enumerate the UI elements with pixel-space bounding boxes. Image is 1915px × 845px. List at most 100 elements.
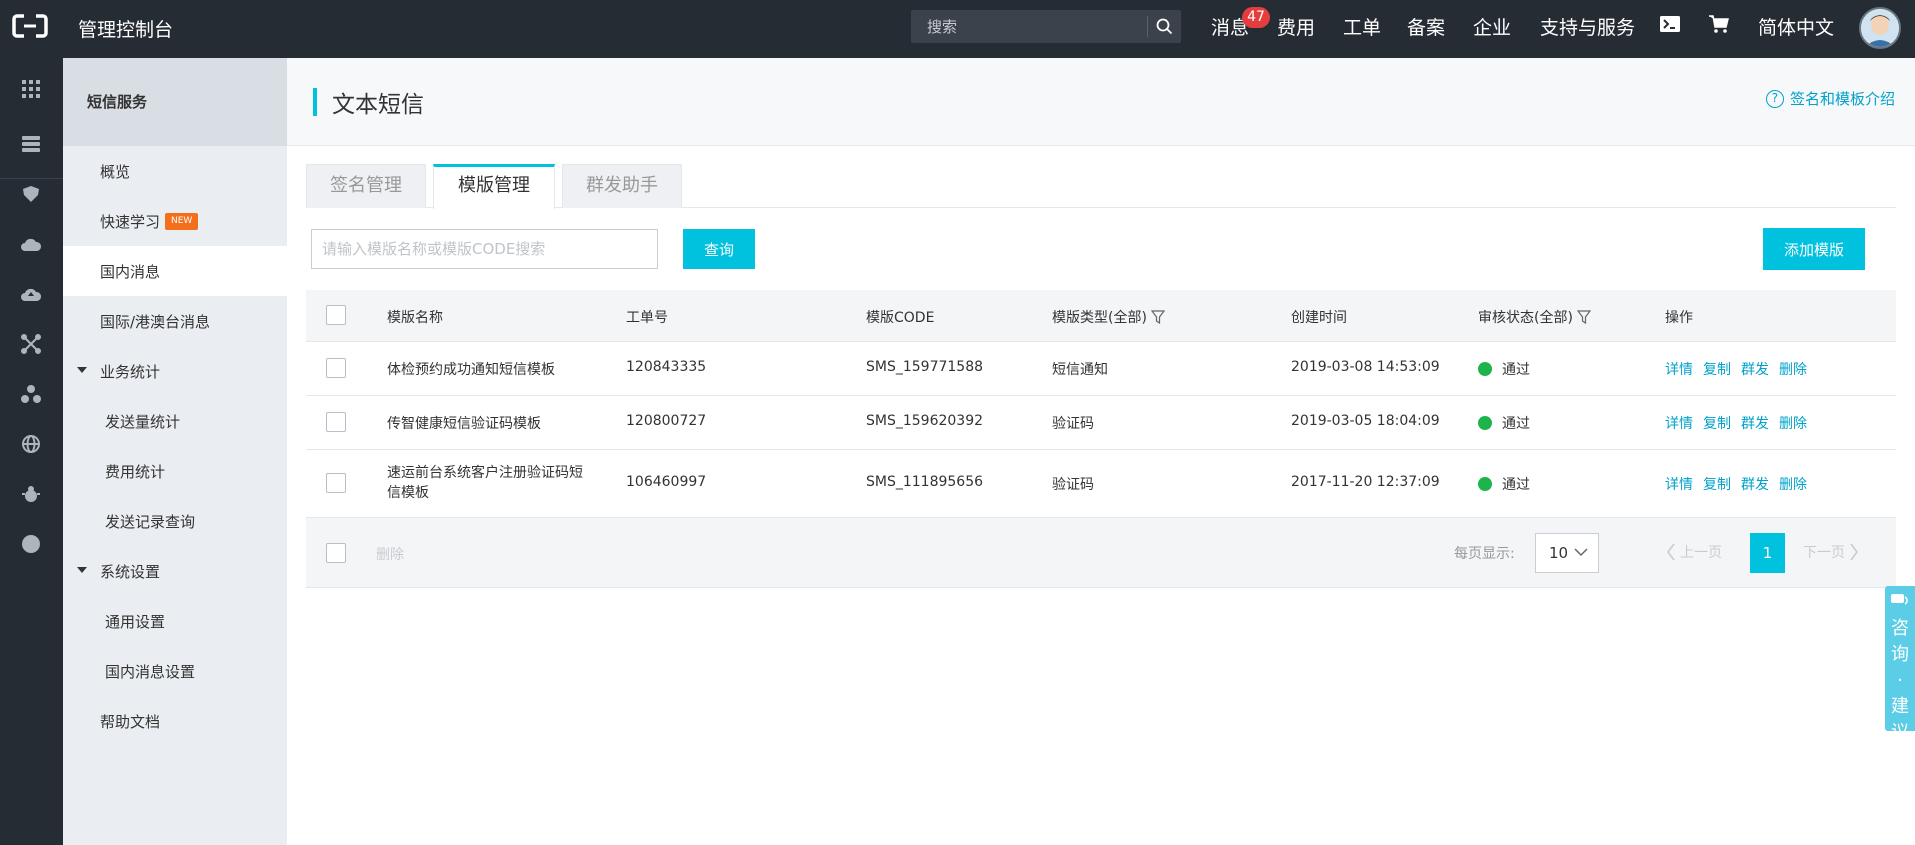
sidebar-item-label: 业务统计 bbox=[100, 363, 161, 381]
per-page-select[interactable]: 10 bbox=[1535, 533, 1599, 573]
consult-feedback-widget[interactable]: 咨询·建议 bbox=[1885, 586, 1915, 743]
detail-link[interactable]: 详情 bbox=[1665, 477, 1693, 493]
col-code: 模版CODE bbox=[866, 310, 935, 326]
select-all-checkbox[interactable] bbox=[326, 305, 346, 325]
template-name: 速运前台系统客户注册验证码短信模板 bbox=[387, 465, 583, 501]
created-time: 2017-11-20 12:37:09 bbox=[1291, 474, 1440, 490]
footer-select-checkbox[interactable] bbox=[326, 543, 346, 563]
circle-icon[interactable] bbox=[19, 532, 43, 556]
sidebar-item-domestic[interactable]: 国内消息 bbox=[63, 246, 287, 296]
console-title[interactable]: 管理控制台 bbox=[78, 15, 173, 42]
copy-link[interactable]: 复制 bbox=[1703, 477, 1731, 493]
row-checkbox[interactable] bbox=[326, 473, 346, 493]
table-row: 传智健康短信验证码模板 120800727 SMS_159620392 验证码 … bbox=[306, 396, 1896, 450]
bulk-send-link[interactable]: 群发 bbox=[1741, 416, 1769, 432]
bulk-send-link[interactable]: 群发 bbox=[1741, 477, 1769, 493]
cluster-icon[interactable] bbox=[19, 382, 43, 406]
next-page-button[interactable]: 下一页 bbox=[1803, 542, 1859, 562]
template-search-input[interactable] bbox=[311, 229, 658, 269]
template-type: 验证码 bbox=[1052, 416, 1094, 432]
ticket-number: 106460997 bbox=[626, 474, 707, 490]
cloud-upload-icon[interactable] bbox=[19, 282, 43, 306]
global-search bbox=[911, 10, 1181, 43]
cart-icon[interactable] bbox=[1708, 14, 1730, 38]
global-search-input[interactable] bbox=[911, 10, 1147, 43]
page-number-current[interactable]: 1 bbox=[1750, 533, 1785, 573]
copy-link[interactable]: 复制 bbox=[1703, 362, 1731, 378]
sidebar-item-send-stats[interactable]: 发送量统计 bbox=[63, 396, 287, 446]
row-checkbox[interactable] bbox=[326, 412, 346, 432]
new-badge: NEW bbox=[165, 213, 199, 230]
row-actions: 详情 复制 群发 删除 bbox=[1665, 359, 1817, 379]
nav-icp[interactable]: 备案 bbox=[1407, 13, 1445, 40]
copy-link[interactable]: 复制 bbox=[1703, 416, 1731, 432]
nav-tickets[interactable]: 工单 bbox=[1343, 13, 1381, 40]
query-button[interactable]: 查询 bbox=[683, 229, 755, 269]
nav-language[interactable]: 简体中文 bbox=[1758, 13, 1834, 40]
sidebar-item-label: 国内消息 bbox=[100, 263, 161, 281]
delete-link[interactable]: 删除 bbox=[1779, 416, 1807, 432]
sidebar-item-label: 发送量统计 bbox=[105, 413, 181, 431]
user-avatar[interactable] bbox=[1859, 7, 1901, 49]
col-actions: 操作 bbox=[1665, 310, 1693, 326]
tab-bulk-send[interactable]: 群发助手 bbox=[562, 164, 682, 208]
sidebar-item-label: 发送记录查询 bbox=[105, 513, 196, 531]
prev-page-button[interactable]: 上一页 bbox=[1666, 542, 1722, 562]
caret-down-icon bbox=[77, 367, 87, 373]
sidebar-item-general-settings[interactable]: 通用设置 bbox=[63, 596, 287, 646]
tab-templates[interactable]: 模版管理 bbox=[433, 164, 555, 209]
page-header: 文本短信 ? 签名和模板介绍 bbox=[287, 58, 1915, 146]
bulk-send-link[interactable]: 群发 bbox=[1741, 362, 1769, 378]
detail-link[interactable]: 详情 bbox=[1665, 416, 1693, 432]
grid-apps-icon[interactable] bbox=[19, 77, 43, 101]
detail-link[interactable]: 详情 bbox=[1665, 362, 1693, 378]
col-type[interactable]: 模版类型(全部) bbox=[1052, 307, 1165, 327]
nav-billing[interactable]: 费用 bbox=[1277, 13, 1315, 40]
created-time: 2019-03-08 14:53:09 bbox=[1291, 359, 1440, 375]
sidebar-item-label: 费用统计 bbox=[105, 463, 166, 481]
aliyun-logo-icon[interactable] bbox=[12, 13, 48, 39]
delete-link[interactable]: 删除 bbox=[1779, 477, 1807, 493]
row-actions: 详情 复制 群发 删除 bbox=[1665, 413, 1817, 433]
sidebar-item-send-records[interactable]: 发送记录查询 bbox=[63, 496, 287, 546]
help-link[interactable]: ? 签名和模板介绍 bbox=[1765, 88, 1895, 109]
template-type: 短信通知 bbox=[1052, 362, 1108, 378]
search-icon[interactable] bbox=[1148, 10, 1181, 43]
table-header: 模版名称 工单号 模版CODE 模版类型(全部) 创建时间 审核状态(全部) 操… bbox=[306, 290, 1896, 342]
delete-link[interactable]: 删除 bbox=[1779, 362, 1807, 378]
terminal-icon[interactable] bbox=[1659, 14, 1681, 38]
nav-support[interactable]: 支持与服务 bbox=[1540, 13, 1635, 40]
template-code: SMS_159771588 bbox=[866, 359, 984, 375]
per-page-value: 10 bbox=[1549, 544, 1569, 562]
chevron-right-icon bbox=[1850, 543, 1858, 561]
server-icon[interactable] bbox=[19, 132, 43, 156]
template-type: 验证码 bbox=[1052, 477, 1094, 493]
tab-signature[interactable]: 签名管理 bbox=[306, 164, 426, 208]
sidebar-group-settings[interactable]: 系统设置 bbox=[63, 546, 287, 596]
messages-count-badge: 47 bbox=[1242, 7, 1270, 28]
add-template-button[interactable]: 添加模版 bbox=[1763, 228, 1865, 270]
col-created: 创建时间 bbox=[1291, 310, 1347, 326]
question-icon: ? bbox=[1765, 89, 1784, 108]
sidebar-item-quick-learn[interactable]: 快速学习 NEW bbox=[63, 196, 287, 246]
audit-status: 通过 bbox=[1478, 413, 1530, 433]
template-name: 体检预约成功通知短信模板 bbox=[387, 362, 555, 378]
row-checkbox[interactable] bbox=[326, 358, 346, 378]
chat-icon bbox=[1891, 594, 1908, 605]
bug-icon[interactable] bbox=[19, 482, 43, 506]
sidebar-item-cost-stats[interactable]: 费用统计 bbox=[63, 446, 287, 496]
globe-icon[interactable] bbox=[19, 432, 43, 456]
nav-enterprise[interactable]: 企业 bbox=[1473, 13, 1511, 40]
sidebar-item-domestic-settings[interactable]: 国内消息设置 bbox=[63, 646, 287, 696]
page-title: 文本短信 bbox=[332, 92, 424, 118]
network-icon[interactable] bbox=[19, 332, 43, 356]
sidebar-item-overview[interactable]: 概览 bbox=[63, 146, 287, 196]
sidebar-item-help-docs[interactable]: 帮助文档 bbox=[63, 696, 287, 746]
database-icon[interactable] bbox=[19, 182, 43, 206]
col-status[interactable]: 审核状态(全部) bbox=[1478, 307, 1591, 327]
sidebar-item-international[interactable]: 国际/港澳台消息 bbox=[63, 296, 287, 346]
batch-delete-button[interactable]: 删除 bbox=[376, 544, 404, 564]
cloud-icon[interactable] bbox=[19, 232, 43, 256]
sidebar-group-statistics[interactable]: 业务统计 bbox=[63, 346, 287, 396]
status-ok-icon bbox=[1478, 477, 1492, 491]
